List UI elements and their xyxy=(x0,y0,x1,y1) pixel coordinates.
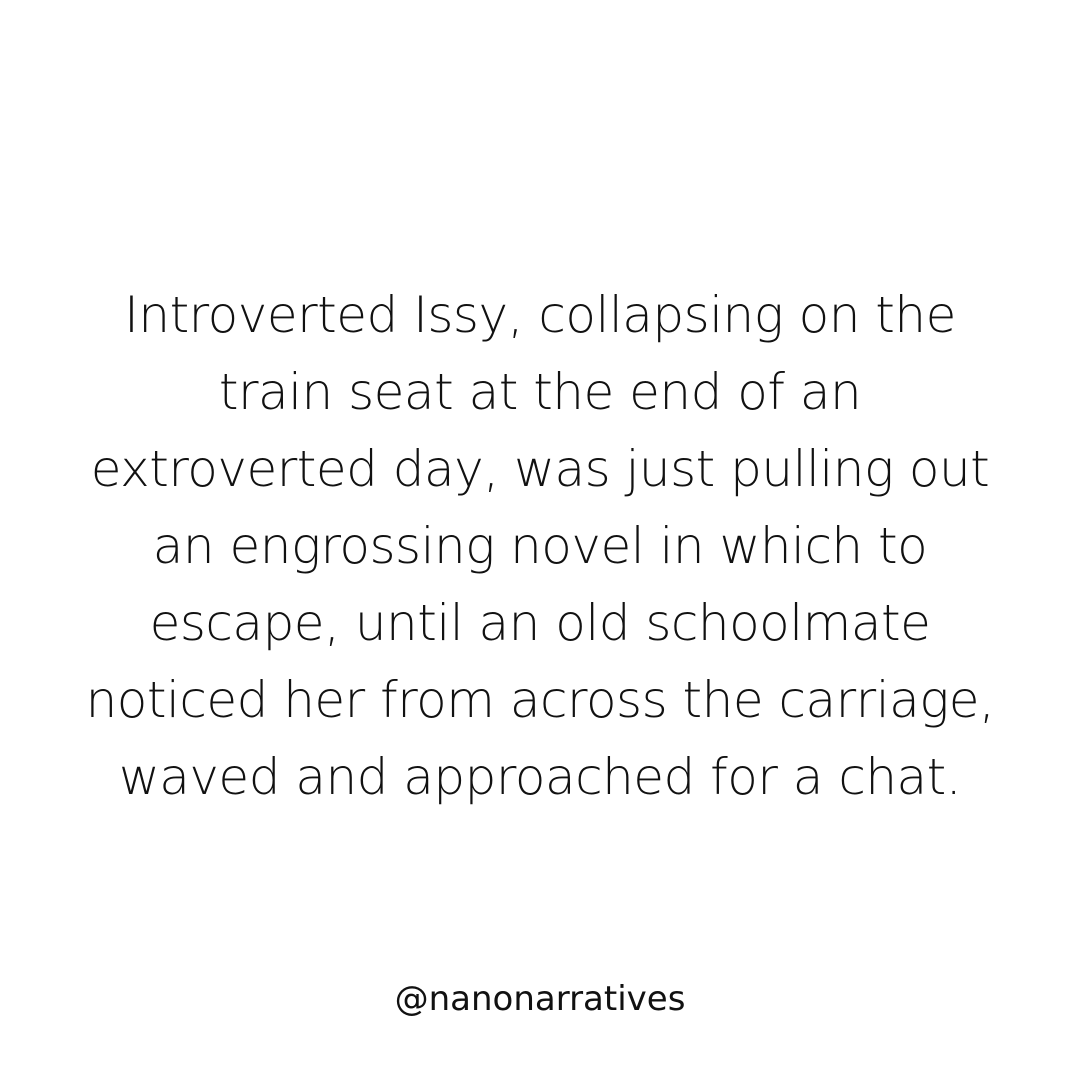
story-text: Introverted Issy, collapsing on the trai… xyxy=(40,277,1040,816)
account-handle: @nanonarratives xyxy=(394,979,686,1019)
story-line: Introverted Issy, collapsing on the xyxy=(124,286,956,344)
story-line: waved and approached for a chat. xyxy=(118,748,962,806)
story-line: train seat at the end of an xyxy=(218,363,862,421)
story-line: extroverted day, was just pulling out xyxy=(90,440,990,498)
story-line: noticed her from across the carriage, xyxy=(85,671,995,729)
story-line: an engrossing novel in which to xyxy=(152,517,928,575)
story-line: escape, until an old schoolmate xyxy=(149,594,931,652)
post-canvas: Introverted Issy, collapsing on the trai… xyxy=(0,0,1080,1080)
